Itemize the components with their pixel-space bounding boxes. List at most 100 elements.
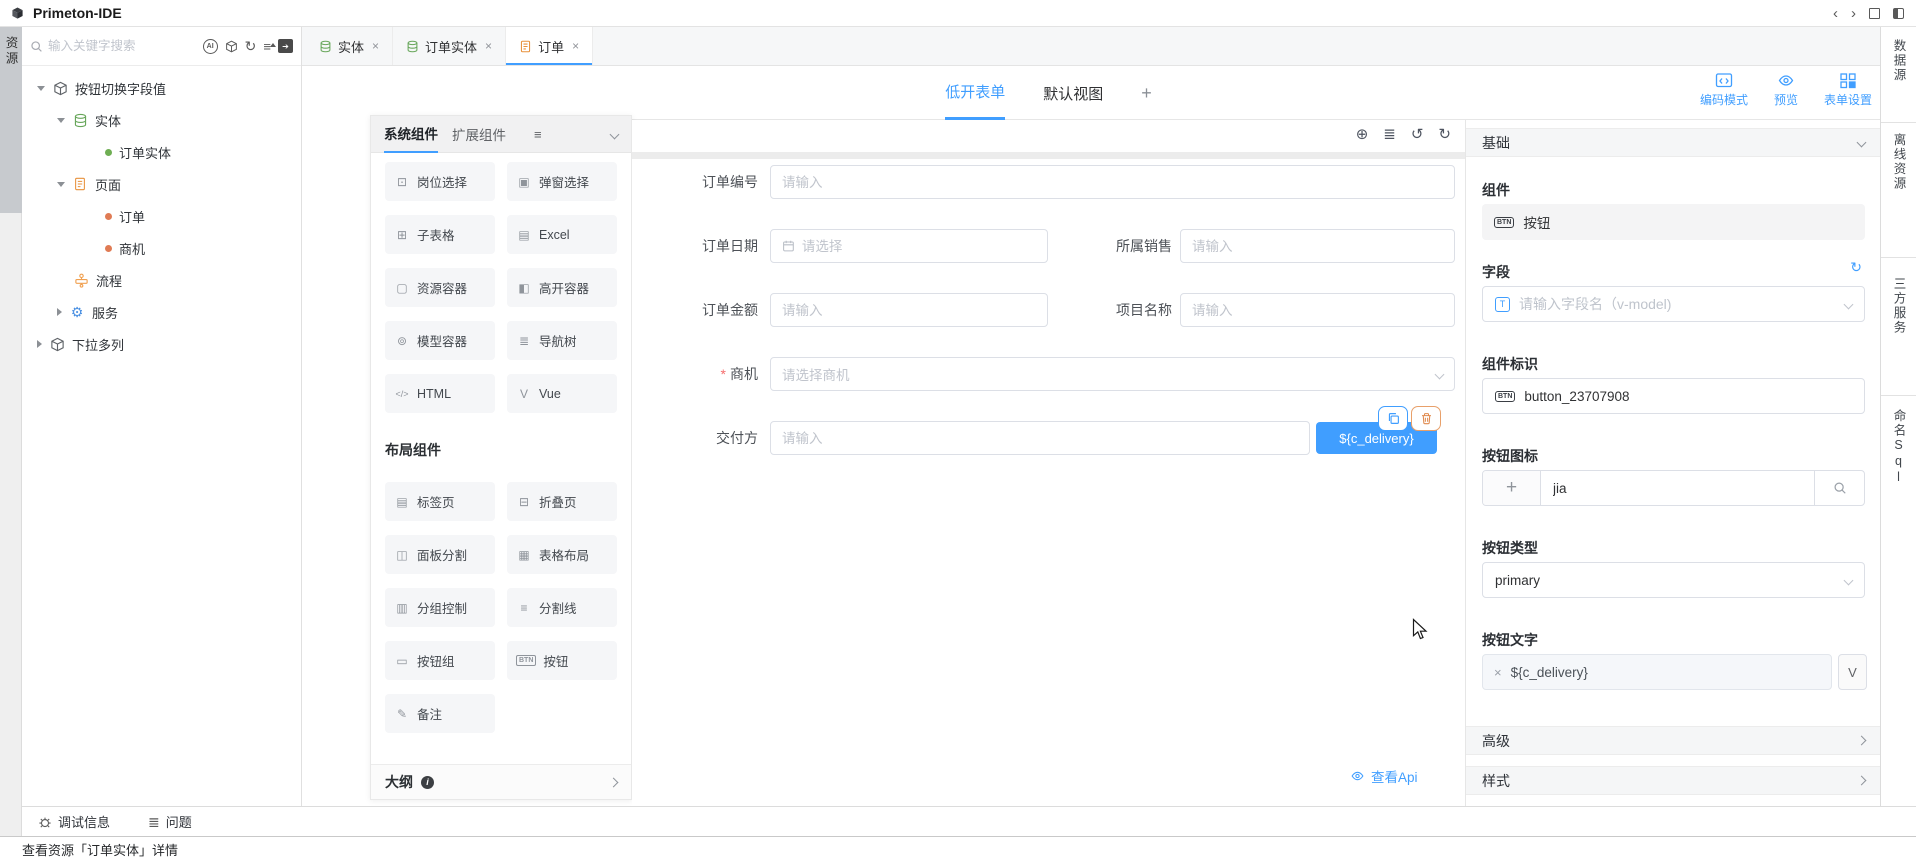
code-mode-button[interactable]: 编码模式 [1700,72,1748,108]
form-settings-button[interactable]: 表单设置 [1824,72,1872,108]
palette-item-divider-line[interactable]: ≡分割线 [507,588,617,627]
palette-item-button-group[interactable]: ▭按钮组 [385,641,495,680]
tab-entity[interactable]: 实体 × [306,27,393,65]
palette-item-tab-page[interactable]: ▤标签页 [385,482,495,521]
expand-arrow-icon[interactable] [57,118,65,123]
amount-input[interactable] [770,293,1048,327]
nav-forward-icon[interactable]: › [1851,6,1856,21]
button-icon-input[interactable] [1541,471,1814,505]
close-icon[interactable]: × [485,39,492,53]
copy-component-button[interactable] [1378,406,1408,431]
chevron-right-icon[interactable] [609,777,619,787]
tab-order-page[interactable]: 订单 × [506,27,593,65]
clear-icon[interactable]: × [1494,665,1502,680]
delivery-input[interactable] [770,421,1310,455]
sales-input[interactable] [1180,229,1455,263]
debug-info-tab[interactable]: 调试信息 [38,812,110,831]
redo-icon[interactable]: ↻ [1438,127,1451,142]
collapse-arrow-icon[interactable] [57,308,62,316]
palette-item-position-select[interactable]: ⊡岗位选择 [385,162,495,201]
view-api-link[interactable]: 查看Api [1350,766,1418,786]
collapse-all-icon[interactable]: ≡ [263,40,271,53]
refresh-icon[interactable]: ↻ [245,39,257,53]
delivery-input-field[interactable] [782,431,1298,446]
button-type-select[interactable]: primary [1482,562,1865,598]
tree-item-process[interactable]: 流程 [22,264,301,296]
tree-item-entities[interactable]: 实体 [22,104,301,136]
strip-tab-datasource[interactable]: 数据源 [1881,39,1916,83]
tab-order-entity[interactable]: 订单实体 × [393,27,506,65]
problems-tab[interactable]: ≣ 问题 [148,812,192,831]
palette-item-table-layout[interactable]: ▦表格布局 [507,535,617,574]
outline-list-icon[interactable]: ≣ [1383,127,1396,142]
field-refresh-icon[interactable]: ↻ [1850,260,1862,274]
tab-default-view[interactable]: 默认视图 [1043,66,1103,120]
palette-item-procode-container[interactable]: ◧高开容器 [507,268,617,307]
palette-item-dialog-select[interactable]: ▣弹窗选择 [507,162,617,201]
button-text-field[interactable]: × ${c_delivery} [1482,654,1832,690]
palette-item-group-control[interactable]: ▥分组控制 [385,588,495,627]
tree-item-order-page[interactable]: 订单 [22,200,301,232]
toggle-panel-icon[interactable] [1893,8,1904,19]
order-date-input-field[interactable] [802,239,1036,254]
sales-input-field[interactable] [1192,239,1443,254]
palette-item-excel[interactable]: ▤Excel [507,215,617,254]
tree-item-opportunity-page[interactable]: 商机 [22,232,301,264]
delete-component-button[interactable] [1411,406,1441,431]
component-id-box[interactable]: BTN button_23707908 [1482,378,1865,414]
palette-item-html[interactable]: </>HTML [385,374,495,413]
variable-picker-button[interactable]: V [1838,654,1867,690]
order-date-input[interactable] [770,229,1048,263]
strip-tab-named-sql[interactable]: 命名Sql [1881,409,1916,486]
palette-item-resource-container[interactable]: ▢资源容器 [385,268,495,307]
tree-item-order-entity[interactable]: 订单实体 [22,136,301,168]
globe-icon[interactable]: ⊕ [1356,127,1369,142]
tab-system-components[interactable]: 系统组件 [384,116,438,153]
tree-item-pages[interactable]: 页面 [22,168,301,200]
amount-input-field[interactable] [782,303,1036,318]
resources-strip-tab[interactable]: 资源 [0,27,22,213]
strip-tab-thirdparty-services[interactable]: 三方服务 [1881,277,1916,335]
field-select[interactable]: T 请输入字段名（v-model) [1482,286,1865,322]
palette-item-nav-tree[interactable]: ≣导航树 [507,321,617,360]
maximize-icon[interactable] [1869,8,1880,19]
preview-button[interactable]: 预览 [1774,72,1798,108]
icon-search-button[interactable] [1814,471,1864,505]
cube-icon[interactable] [225,40,238,53]
palette-item-sub-table[interactable]: ⊞子表格 [385,215,495,254]
close-icon[interactable]: × [372,39,379,53]
tab-extended-components[interactable]: 扩展组件 [452,116,506,153]
project-input[interactable] [1180,293,1455,327]
strip-tab-offline-resources[interactable]: 离线资源 [1881,133,1916,191]
order-no-input[interactable] [770,165,1455,199]
section-basic[interactable]: 基础 [1466,128,1881,157]
palette-item-vue[interactable]: VVue [507,374,617,413]
project-input-field[interactable] [1192,303,1443,318]
chevron-down-icon[interactable] [610,129,620,139]
palette-item-note[interactable]: ✎备注 [385,694,495,733]
collapse-arrow-icon[interactable] [37,340,42,348]
palette-item-button[interactable]: BTN按钮 [507,641,617,680]
section-advanced[interactable]: 高级 [1466,726,1881,755]
palette-item-panel-split[interactable]: ◫面板分割 [385,535,495,574]
palette-menu-icon[interactable]: ≡ [534,127,542,142]
opportunity-select[interactable]: 请选择商机 [770,357,1455,391]
explorer-search-input[interactable] [48,39,203,53]
tree-item-button-switch-field[interactable]: 按钮切换字段值 [22,72,301,104]
tab-lowcode-form[interactable]: 低开表单 [945,66,1005,120]
expand-arrow-icon[interactable] [57,182,65,187]
close-icon[interactable]: × [572,39,579,53]
tree-item-dropdown-multicol[interactable]: 下拉多列 [22,328,301,360]
section-style[interactable]: 样式 [1466,766,1881,795]
add-view-button[interactable]: + [1141,66,1152,120]
palette-item-model-container[interactable]: ⊚模型容器 [385,321,495,360]
tree-item-services[interactable]: ⚙ 服务 [22,296,301,328]
undo-icon[interactable]: ↺ [1411,127,1424,142]
outline-footer[interactable]: 大纲 i [371,764,631,799]
locate-resource-icon[interactable]: ➔ [278,39,293,53]
nav-back-icon[interactable]: ‹ [1833,6,1838,21]
palette-item-collapse-page[interactable]: ⊟折叠页 [507,482,617,521]
expand-arrow-icon[interactable] [37,86,45,91]
order-no-input-field[interactable] [782,175,1443,190]
ai-icon[interactable]: AI [203,39,218,54]
